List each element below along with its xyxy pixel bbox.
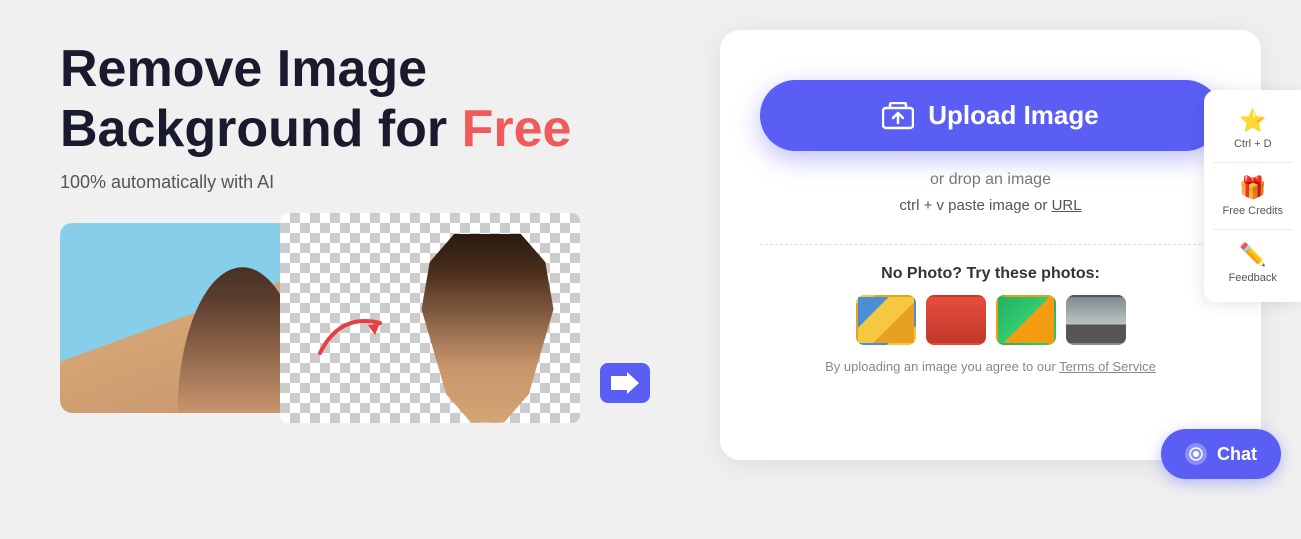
url-link[interactable]: URL [1052, 197, 1082, 214]
upload-button-label: Upload Image [928, 100, 1098, 131]
sample-photo-3[interactable] [996, 295, 1056, 345]
try-photos-section: No Photo? Try these photos: By uploading… [760, 265, 1221, 374]
sample-photo-4[interactable] [1066, 295, 1126, 345]
headline-line2: Background for [60, 100, 462, 158]
sample-photos-row [760, 295, 1221, 345]
chat-icon [1185, 443, 1207, 465]
main-container: Remove Image Background for Free 100% au… [0, 0, 1301, 539]
sidebar-divider-1 [1212, 162, 1293, 163]
headline: Remove Image Background for Free [60, 40, 680, 160]
sidebar-feedback-label: Feedback [1229, 272, 1277, 284]
try-photos-label: No Photo? Try these photos: [760, 265, 1221, 283]
red-arrow-icon [310, 303, 400, 363]
paste-hint: ctrl + v paste image or URL [899, 197, 1081, 214]
arrow-indicator [310, 303, 400, 368]
blue-arrow-badge [600, 363, 650, 403]
before-image [60, 223, 300, 413]
paste-hint-text: ctrl + v paste image or [899, 197, 1051, 214]
chat-button[interactable]: Chat [1161, 429, 1281, 479]
tos-text: By uploading an image you agree to our T… [760, 359, 1221, 374]
blue-arrow-icon [611, 372, 639, 394]
star-icon: ⭐ [1239, 108, 1266, 134]
sidebar-item-bookmark[interactable]: ⭐ Ctrl + D [1212, 100, 1293, 158]
sidebar-credits-label: Free Credits [1222, 205, 1283, 217]
headline-line1: Remove Image [60, 40, 427, 98]
chat-button-label: Chat [1217, 444, 1257, 465]
upload-svg-icon [882, 102, 914, 130]
sidebar-bookmark-label: Ctrl + D [1234, 138, 1272, 150]
sidebar-item-feedback[interactable]: ✏️ Feedback [1212, 234, 1293, 292]
pencil-icon: ✏️ [1239, 242, 1266, 268]
upload-icon [882, 102, 914, 130]
sidebar-item-credits[interactable]: 🎁 Free Credits [1212, 167, 1293, 225]
tos-link[interactable]: Terms of Service [1059, 359, 1156, 374]
gift-icon: 🎁 [1239, 175, 1266, 201]
sidebar-divider-2 [1212, 229, 1293, 230]
right-panel: Upload Image or drop an image ctrl + v p… [720, 30, 1261, 460]
sample-photo-1[interactable] [856, 295, 916, 345]
tos-prefix: By uploading an image you agree to our [825, 359, 1059, 374]
headline-free: Free [462, 100, 572, 158]
sample-photo-2[interactable] [926, 295, 986, 345]
upload-button[interactable]: Upload Image [760, 80, 1221, 151]
or-drop-text: or drop an image [930, 171, 1051, 189]
sidebar-float: ⭐ Ctrl + D 🎁 Free Credits ✏️ Feedback [1204, 90, 1301, 302]
chat-bubble-icon [1189, 447, 1203, 461]
left-panel: Remove Image Background for Free 100% au… [60, 30, 680, 423]
before-image-content [60, 223, 300, 413]
subtitle: 100% automatically with AI [60, 172, 680, 193]
section-divider [760, 244, 1221, 245]
images-container [60, 223, 680, 423]
